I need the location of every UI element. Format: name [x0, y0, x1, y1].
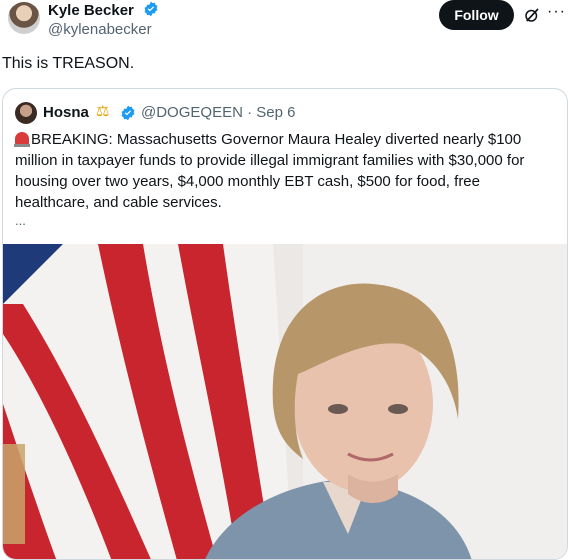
quoted-text-block: BREAKING: Massachusetts Governor Maura H… — [14, 129, 555, 213]
photo-illustration — [3, 244, 567, 559]
siren-icon — [14, 132, 30, 147]
quoted-author-name[interactable]: Hosna — [43, 104, 89, 121]
balance-scale-icon: ⚖ — [96, 103, 110, 120]
quoted-avatar[interactable] — [15, 102, 37, 124]
quoted-ellipsis: ... — [15, 213, 26, 228]
follow-button[interactable]: Follow — [439, 0, 514, 30]
verified-badge-icon — [121, 105, 135, 121]
tweet-header: Kyle Becker @kylenabecker Follow ··· — [0, 0, 568, 50]
quoted-media-image[interactable] — [3, 244, 567, 559]
avatar[interactable] — [8, 2, 40, 34]
verified-badge-icon — [144, 1, 158, 17]
quoted-tweet[interactable]: Hosna ⚖ @DOGEQEEN · Sep 6 BREAKING: Mass… — [2, 88, 568, 560]
author-handle[interactable]: @kylenabecker — [48, 21, 152, 38]
quoted-text: BREAKING: Massachusetts Governor Maura H… — [15, 131, 525, 211]
author-name[interactable]: Kyle Becker — [48, 1, 159, 19]
grok-icon[interactable] — [523, 6, 541, 24]
quoted-handle-date[interactable]: @DOGEQEEN · Sep 6 — [141, 104, 295, 121]
tweet-text: This is TREASON. — [2, 55, 135, 72]
author-name-text[interactable]: Kyle Becker — [48, 2, 134, 19]
more-icon[interactable]: ··· — [547, 3, 566, 21]
